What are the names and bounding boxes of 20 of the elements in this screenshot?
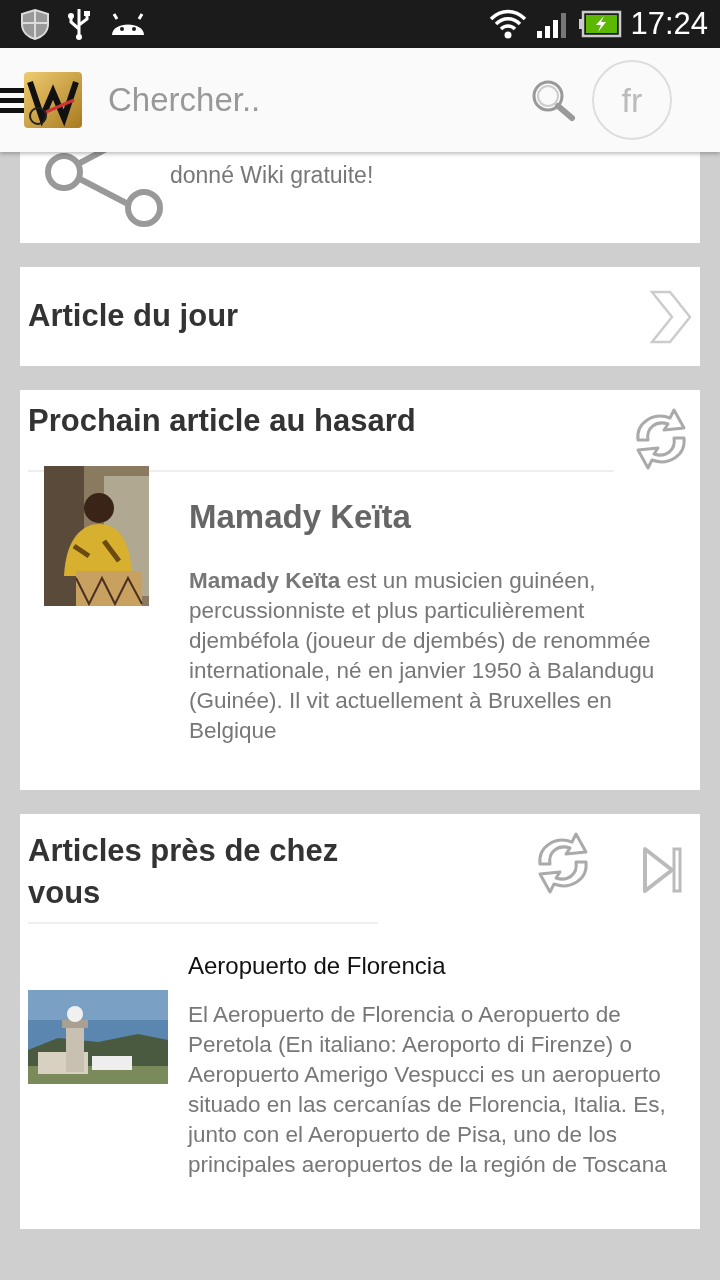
article-summary: El Aeropuerto de Florencia o Aeropuerto de Peretola (En italiano: Aeroporto di Firenze) o Aeropuerto Amerigo Vespucci es un aeropuerto situado en las cercanías de Florencia, Italia. Es, junto con el Aeropuerto de Pisa, uno de los principales aeropuertos de la región de Toscana — [188, 1001, 668, 1179]
search-icon[interactable] — [530, 78, 576, 122]
clock-time: 17:24 — [630, 4, 708, 43]
chevron-right-icon — [648, 289, 692, 344]
search-field[interactable]: Chercher.. — [106, 74, 466, 126]
section-title: Article du jour — [28, 297, 239, 336]
article-of-day-card[interactable]: Article du jour — [20, 267, 700, 366]
menu-icon[interactable] — [0, 85, 24, 115]
usb-icon — [66, 7, 92, 41]
skip-next-icon[interactable] — [642, 846, 684, 894]
section-title: Articles près de chez vous — [28, 832, 340, 912]
battery-charging-icon — [578, 10, 623, 38]
article-summary: Mamady Keïta est un musicien guinéen, percussionniste et plus particulièrement djembéfola (joueur de djembés) de renommée internationale, né en janvier 1950 à Balandugu (Guinée). Il vit actuellement à Bruxelles en Belgique — [189, 566, 656, 745]
shield-icon — [20, 8, 50, 40]
article-title[interactable]: Mamady Keïta — [189, 492, 692, 542]
wifi-icon — [488, 8, 529, 40]
app-logo[interactable] — [24, 72, 82, 128]
section-title: Prochain article au hasard — [28, 403, 416, 438]
article-title[interactable]: Aeropuerto de Florencia — [188, 948, 692, 984]
promo-text: donné Wiki gratuite! — [170, 161, 374, 190]
